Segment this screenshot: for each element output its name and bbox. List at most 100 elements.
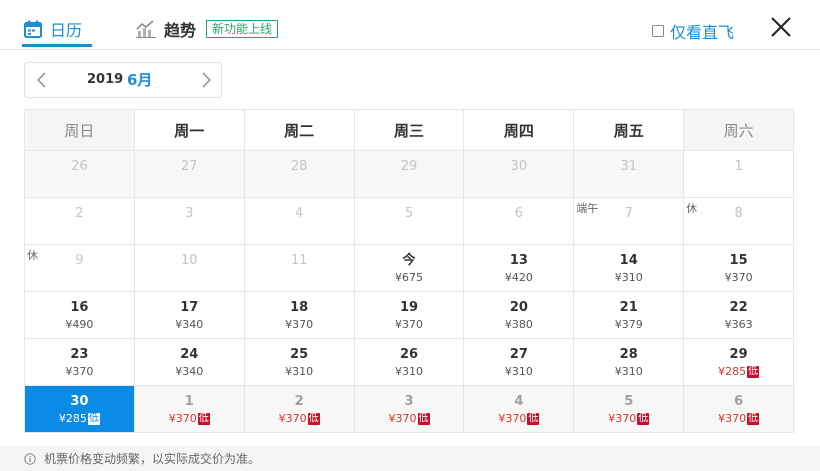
price-line: ¥370 低 [355,412,464,426]
day-number: 23 [70,347,89,362]
day-price: ¥370 [724,271,753,284]
day-cell[interactable]: 今 ¥675 [354,245,465,292]
day-number: 6 [514,206,523,221]
direct-only-checkbox[interactable] [652,25,664,37]
day-cell: 30 [464,151,575,198]
day-cell[interactable]: 22 ¥363 [684,292,795,339]
tab-trend[interactable]: 趋势 新功能上线 [136,14,279,44]
day-price: ¥675 [395,271,423,284]
day-price: ¥363 [724,318,753,331]
lowest-price-badge: 低 [747,413,760,425]
tab-trend-label: 趋势 [164,21,197,40]
month-selector: 2019 6月 [24,62,222,98]
day-cell[interactable]: 3 ¥370 低 [354,386,465,433]
day-price: ¥370 [168,412,197,425]
day-cell[interactable]: 27 ¥310 [464,339,575,386]
day-price: ¥370 [285,318,314,331]
day-cell[interactable]: 4 ¥370 低 [464,386,575,433]
day-cell: 端午 7 [574,198,685,245]
week-row: 26 27 28 29 30 31 1 [25,151,795,198]
lowest-price-badge: 低 [637,413,650,425]
price-line: ¥370 [245,318,354,332]
day-cell[interactable]: 26 ¥310 [354,339,465,386]
trend-chart-icon [136,20,156,38]
day-cell: 休9 [25,245,135,292]
new-feature-badge: 新功能上线 [206,20,279,38]
day-number: 29 [400,159,418,174]
weekday-header: 周四 [464,110,575,151]
price-line: ¥363 [684,318,793,332]
day-cell[interactable]: 6 ¥370 低 [684,386,795,433]
day-cell: 29 [354,151,465,198]
day-cell[interactable]: 20 ¥380 [464,292,575,339]
day-number: 18 [290,300,309,315]
day-cell[interactable]: 29 ¥285 低 [684,339,795,386]
day-cell[interactable]: 2 ¥370 低 [244,386,355,433]
day-cell: 28 [244,151,355,198]
direct-only-toggle[interactable]: 仅看直飞 [652,19,734,43]
day-number: 今 [402,253,416,268]
month-label[interactable]: 6月 [127,69,152,90]
day-number: 24 [180,347,199,362]
day-price: ¥310 [614,271,643,284]
close-icon[interactable] [768,14,794,40]
day-price: ¥310 [395,365,423,378]
day-number: 1 [184,394,194,409]
day-cell[interactable]: 23 ¥370 [25,339,135,386]
price-line: ¥310 [574,365,683,379]
lowest-price-badge: 低 [417,413,430,425]
day-cell[interactable]: 16 ¥490 [25,292,135,339]
day-number: 3 [404,394,414,409]
weekday-header: 周六 [684,110,795,151]
tab-calendar[interactable]: 日历 [24,14,82,44]
week-row: 2 3 4 5 6 端午 7 休 8 [25,198,795,245]
day-cell[interactable]: 18 ¥370 [244,292,355,339]
day-cell: 休8 [684,198,795,245]
price-line: ¥370 [25,365,134,379]
day-cell[interactable]: 28 ¥310 [574,339,685,386]
day-number: 3 [185,206,194,221]
day-cell: 26 [25,151,135,198]
day-number: 5 [404,206,414,221]
week-row: 16 ¥490 17 ¥340 18 ¥370 19 ¥370 20 ¥380 21 ¥379 22 ¥3… [25,292,795,339]
day-cell: 3 [134,198,245,245]
weekday-header: 周三 [354,110,465,151]
lowest-price-badge: 低 [527,413,540,425]
day-number: 9 [75,253,84,268]
day-price: ¥310 [614,365,643,378]
weekday-header: 周一 [134,110,245,151]
day-cell[interactable]: 15 ¥370 [684,245,795,292]
day-price: ¥370 [498,412,527,425]
day-number: 30 [70,394,89,409]
day-number: 30 [510,159,528,174]
day-cell-selected[interactable]: 30 ¥285 低 [25,386,135,433]
price-line: ¥370 低 [574,412,683,426]
day-price: ¥340 [175,365,204,378]
day-number: 11 [290,253,308,268]
day-cell[interactable]: 19 ¥370 [354,292,465,339]
weekday-header: 周五 [574,110,685,151]
day-cell[interactable]: 1 ¥370 低 [134,386,245,433]
day-cell[interactable]: 25 ¥310 [244,339,355,386]
chevron-left-icon[interactable] [33,71,51,89]
day-number: 15 [729,253,748,268]
day-cell[interactable]: 5 ¥370 低 [574,386,685,433]
price-line: ¥285 低 [25,412,134,426]
chevron-right-icon[interactable] [197,71,215,89]
lowest-price-badge: 低 [197,413,210,425]
day-cell: 2 [25,198,135,245]
active-tab-indicator [22,44,92,47]
price-line: ¥310 [245,365,354,379]
day-cell[interactable]: 24 ¥340 [134,339,245,386]
day-cell[interactable]: 14 ¥310 [574,245,685,292]
week-row: 休 9 10 11 今 ¥675 13 ¥420 14 ¥310 15 ¥370 [25,245,795,292]
day-number: 14 [619,253,638,268]
day-number: 1 [734,159,743,174]
day-cell[interactable]: 21 ¥379 [574,292,685,339]
day-number: 25 [290,347,309,362]
day-cell[interactable]: 17 ¥340 [134,292,245,339]
day-cell[interactable]: 13 ¥420 [464,245,575,292]
day-number: 17 [180,300,199,315]
price-line: ¥340 [135,318,244,332]
day-cell: 11 [244,245,355,292]
